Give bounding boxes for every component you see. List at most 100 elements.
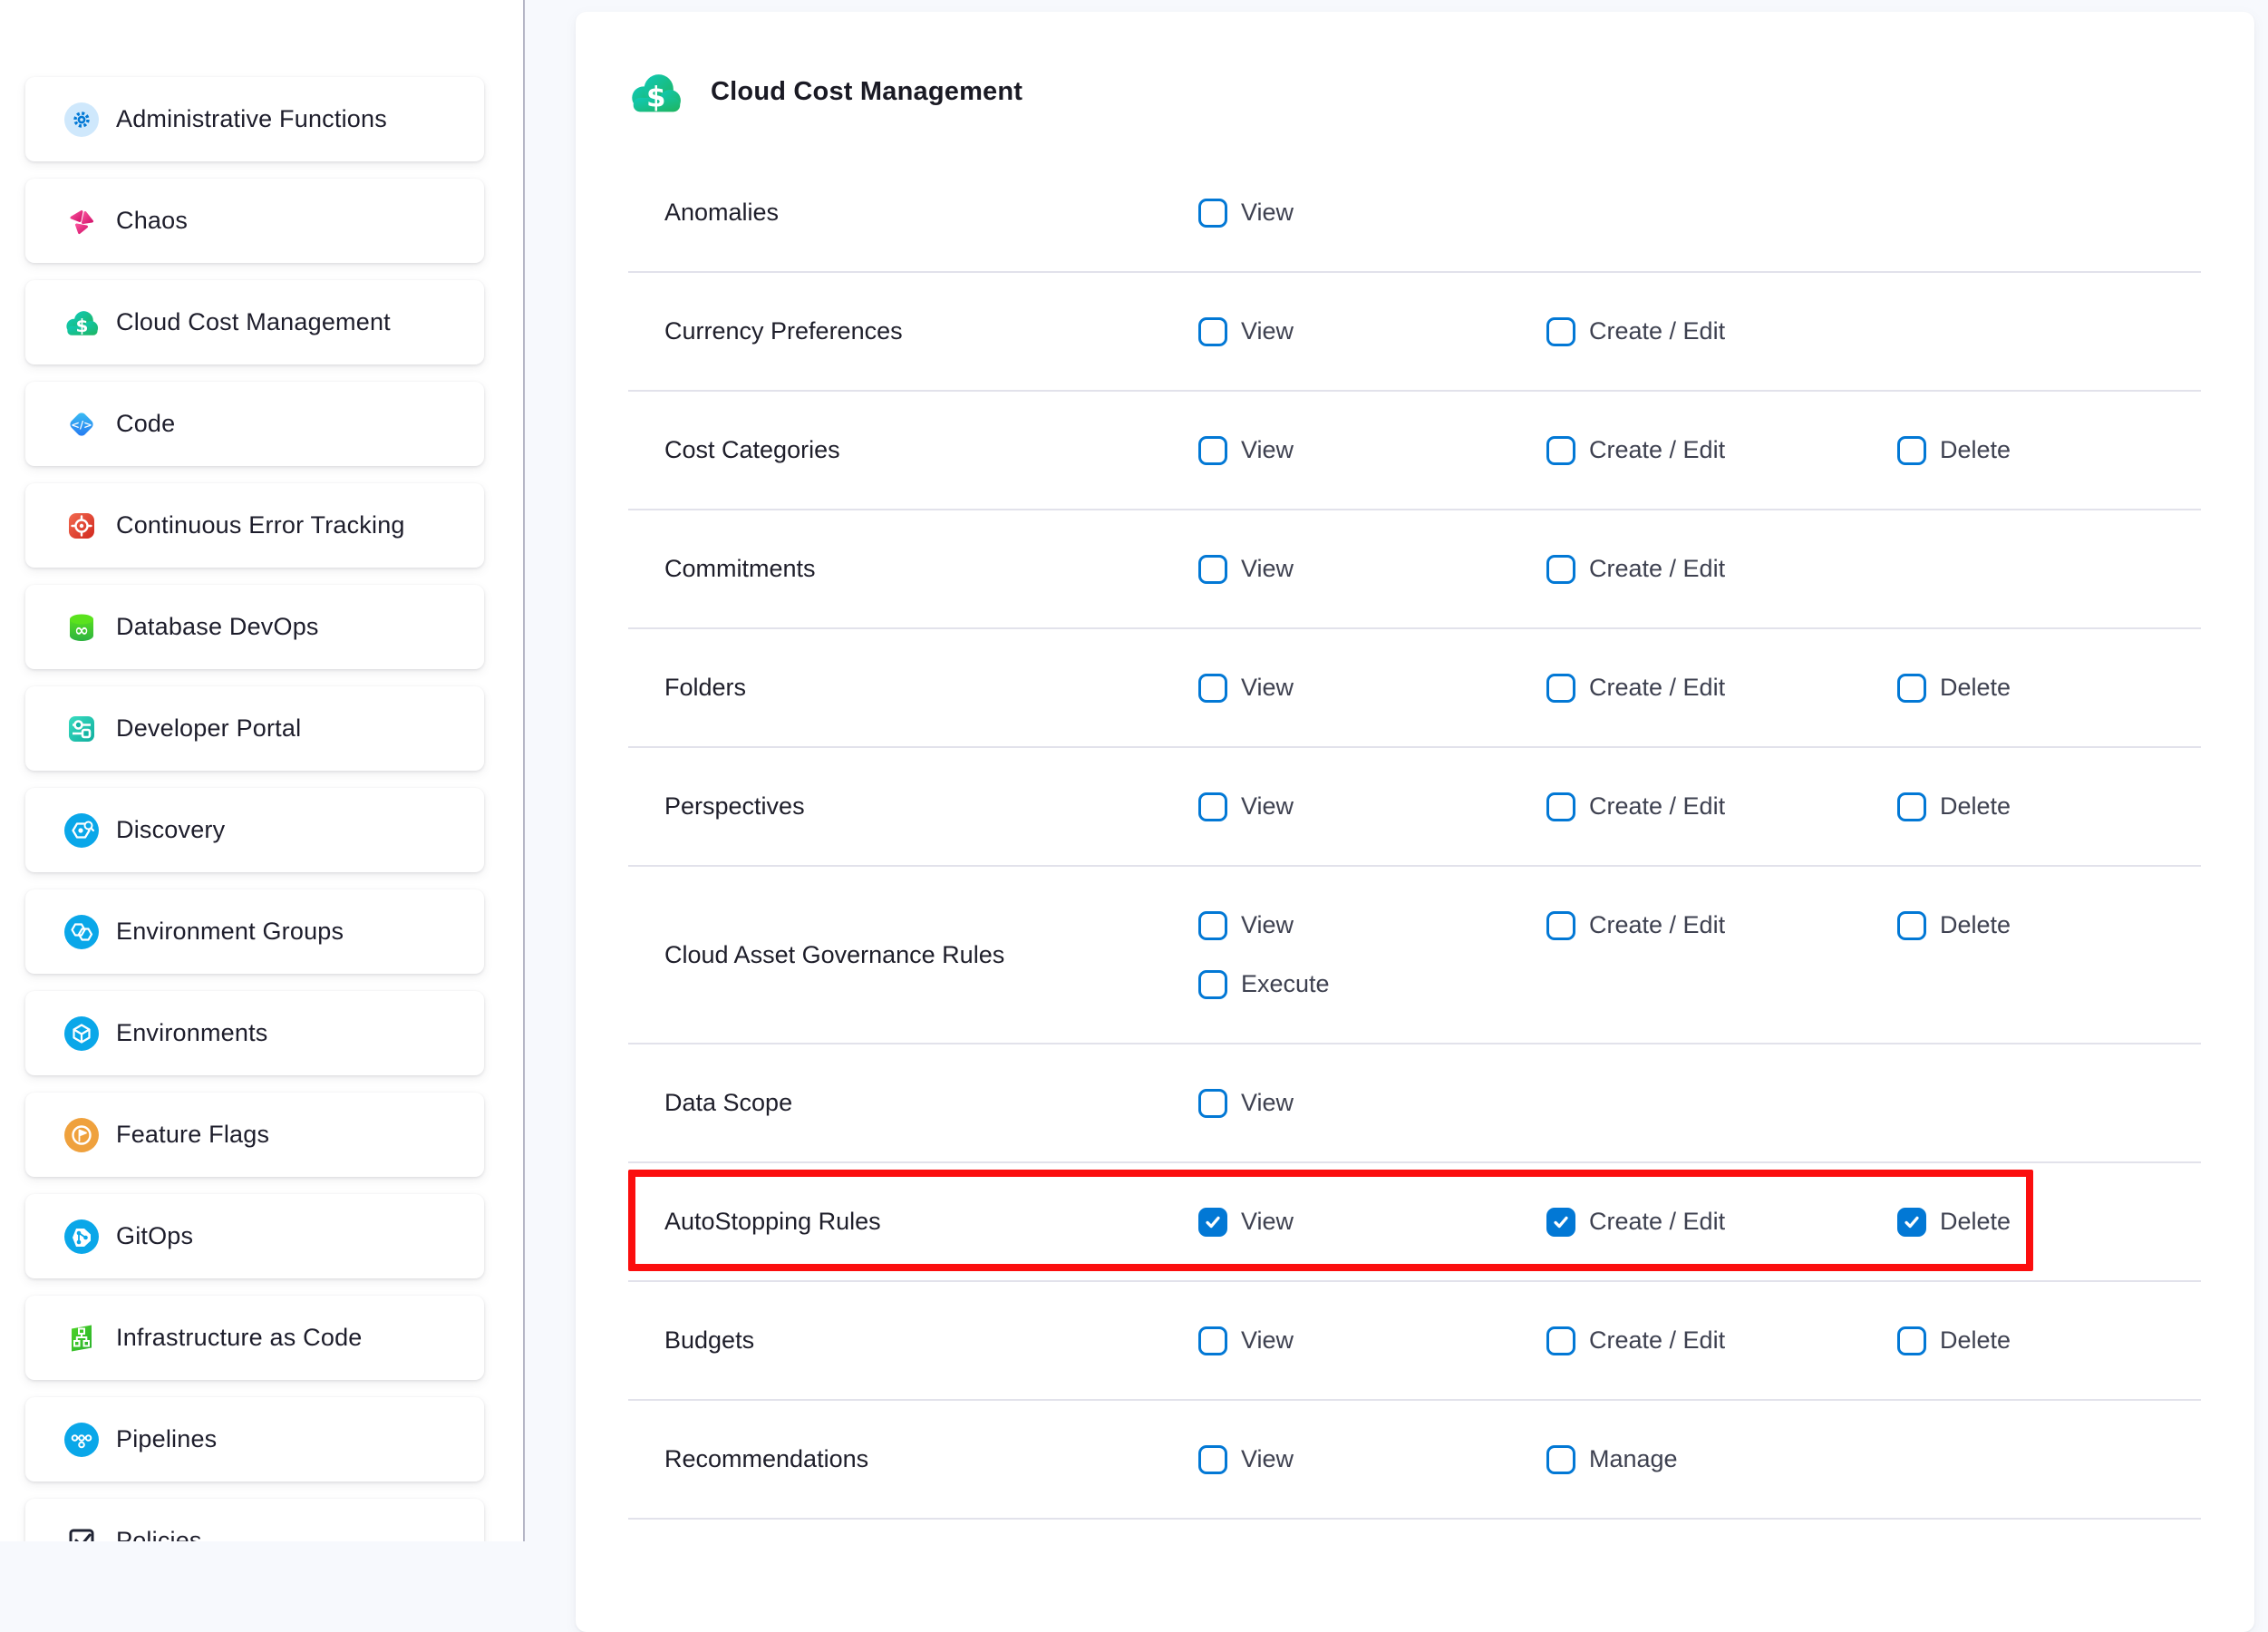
sidebar-item-label: Chaos: [116, 207, 188, 235]
permission-view[interactable]: View: [1198, 555, 1546, 584]
sidebar-item-administrative-functions[interactable]: Administrative Functions: [25, 77, 484, 161]
sidebar-item-pipelines[interactable]: Pipelines: [25, 1397, 484, 1481]
sidebar-item-chaos[interactable]: Chaos: [25, 179, 484, 263]
permission-view[interactable]: View: [1198, 1208, 1546, 1237]
checkbox-view[interactable]: [1198, 436, 1227, 465]
permission-label: View: [1241, 317, 1294, 345]
permission-label: Delete: [1940, 1326, 2011, 1355]
checkbox-create-edit[interactable]: [1546, 317, 1575, 346]
permission-view[interactable]: View: [1198, 436, 1546, 465]
resource-label: AutoStopping Rules: [628, 1208, 1198, 1236]
code-brackets-icon: </>: [64, 407, 99, 442]
permission-view[interactable]: View: [1198, 1326, 1546, 1355]
sidebar-item-environments[interactable]: Environments: [25, 991, 484, 1075]
checkbox-delete[interactable]: [1897, 1208, 1926, 1237]
sidebar-item-cloud-cost-management[interactable]: $Cloud Cost Management: [25, 280, 484, 364]
permission-view[interactable]: View: [1198, 199, 1546, 228]
permission-create-edit[interactable]: Create / Edit: [1546, 911, 1897, 940]
checkbox-view[interactable]: [1198, 1089, 1227, 1118]
permission-label: Create / Edit: [1589, 1208, 1725, 1236]
checkbox-delete[interactable]: [1897, 1326, 1926, 1355]
permission-row-autostopping-rules: AutoStopping RulesView Create / Edit Delet…: [628, 1163, 2201, 1282]
permission-view[interactable]: View: [1198, 911, 1546, 940]
resource-label: Budgets: [628, 1326, 1198, 1355]
permission-create-edit[interactable]: Create / Edit: [1546, 317, 1897, 346]
sidebar-item-gitops[interactable]: GitOps: [25, 1194, 484, 1278]
permission-create-edit[interactable]: Create / Edit: [1546, 1208, 1897, 1237]
permission-label: Manage: [1589, 1445, 1678, 1473]
sidebar-item-policies[interactable]: Policies: [25, 1499, 484, 1541]
permission-options: View: [1198, 199, 2201, 228]
sidebar-item-infrastructure-as-code[interactable]: Infrastructure as Code: [25, 1296, 484, 1380]
permission-delete[interactable]: Delete: [1897, 792, 2201, 821]
checkbox-view[interactable]: [1198, 792, 1227, 821]
sidebar-item-code[interactable]: </> Code: [25, 382, 484, 466]
resource-label: Currency Preferences: [628, 317, 1198, 345]
developer-portal-sliders-icon: [64, 712, 99, 746]
checkbox-view[interactable]: [1198, 911, 1227, 940]
checkbox-view[interactable]: [1198, 674, 1227, 703]
permission-view[interactable]: View: [1198, 1089, 1546, 1118]
sidebar-item-environment-groups[interactable]: Environment Groups: [25, 889, 484, 974]
permission-delete[interactable]: Delete: [1897, 674, 2201, 703]
permission-execute[interactable]: Execute: [1198, 970, 1546, 999]
permission-label: Execute: [1241, 970, 1330, 998]
checkbox-view[interactable]: [1198, 1326, 1227, 1355]
permission-label: Create / Edit: [1589, 911, 1725, 939]
permission-delete[interactable]: Delete: [1897, 1208, 2201, 1237]
permission-manage[interactable]: Manage: [1546, 1445, 1897, 1474]
permission-options: ViewCreate / EditDelete: [1198, 674, 2201, 703]
checkbox-create-edit[interactable]: [1546, 674, 1575, 703]
checkbox-delete[interactable]: [1897, 436, 1926, 465]
permission-options: View Manage: [1198, 1445, 2201, 1474]
permission-create-edit[interactable]: Create / Edit: [1546, 436, 1897, 465]
sidebar-item-database-devops[interactable]: ∞Database DevOps: [25, 585, 484, 669]
permission-create-edit[interactable]: Create / Edit: [1546, 555, 1897, 584]
permission-view[interactable]: View: [1198, 792, 1546, 821]
checkbox-delete[interactable]: [1897, 792, 1926, 821]
permission-row-data-scope: Data ScopeView: [628, 1044, 2201, 1163]
checkbox-create-edit[interactable]: [1546, 555, 1575, 584]
permission-view[interactable]: View: [1198, 317, 1546, 346]
permission-label: View: [1241, 199, 1294, 227]
checkbox-create-edit[interactable]: [1546, 792, 1575, 821]
checkbox-view[interactable]: [1198, 1208, 1227, 1237]
sidebar-item-label: Environment Groups: [116, 918, 344, 946]
sidebar-item-discovery[interactable]: Discovery: [25, 788, 484, 872]
environment-groups-hexagons-icon: [64, 915, 99, 949]
permission-options: ViewCreate / Edit: [1198, 555, 2201, 584]
checkbox-create-edit[interactable]: [1546, 436, 1575, 465]
checkbox-execute[interactable]: [1198, 970, 1227, 999]
sidebar-item-label: Code: [116, 410, 175, 438]
permission-delete[interactable]: Delete: [1897, 436, 2201, 465]
checkbox-delete[interactable]: [1897, 911, 1926, 940]
checkbox-view[interactable]: [1198, 1445, 1227, 1474]
checkbox-create-edit[interactable]: [1546, 1326, 1575, 1355]
infrastructure-as-code-circuit-icon: [64, 1321, 99, 1355]
permission-create-edit[interactable]: Create / Edit: [1546, 1326, 1897, 1355]
resource-label: Anomalies: [628, 199, 1198, 227]
sidebar-item-continuous-error-tracking[interactable]: Continuous Error Tracking: [25, 483, 484, 568]
checkbox-view[interactable]: [1198, 555, 1227, 584]
permission-label: Delete: [1940, 792, 2011, 821]
sidebar-item-developer-portal[interactable]: Developer Portal: [25, 686, 484, 771]
sidebar-item-feature-flags[interactable]: Feature Flags: [25, 1093, 484, 1177]
permission-create-edit[interactable]: Create / Edit: [1546, 674, 1897, 703]
checkbox-create-edit[interactable]: [1546, 911, 1575, 940]
permission-delete[interactable]: Delete: [1897, 911, 2201, 940]
permission-view[interactable]: View: [1198, 674, 1546, 703]
permission-label: Delete: [1940, 436, 2011, 464]
checkbox-view[interactable]: [1198, 317, 1227, 346]
permission-row-perspectives: PerspectivesViewCreate / EditDelete: [628, 748, 2201, 867]
permission-create-edit[interactable]: Create / Edit: [1546, 792, 1897, 821]
checkbox-manage[interactable]: [1546, 1445, 1575, 1474]
permission-row-commitments: CommitmentsViewCreate / Edit: [628, 510, 2201, 629]
cloud-cost-management-panel: $ Cloud Cost Management AnomaliesViewCur…: [576, 12, 2254, 1632]
resource-label: Data Scope: [628, 1089, 1198, 1117]
checkbox-delete[interactable]: [1897, 674, 1926, 703]
permission-view[interactable]: View: [1198, 1445, 1546, 1474]
checkbox-create-edit[interactable]: [1546, 1208, 1575, 1237]
permission-delete[interactable]: Delete: [1897, 1326, 2201, 1355]
checkbox-view[interactable]: [1198, 199, 1227, 228]
svg-text:∞: ∞: [74, 620, 89, 640]
